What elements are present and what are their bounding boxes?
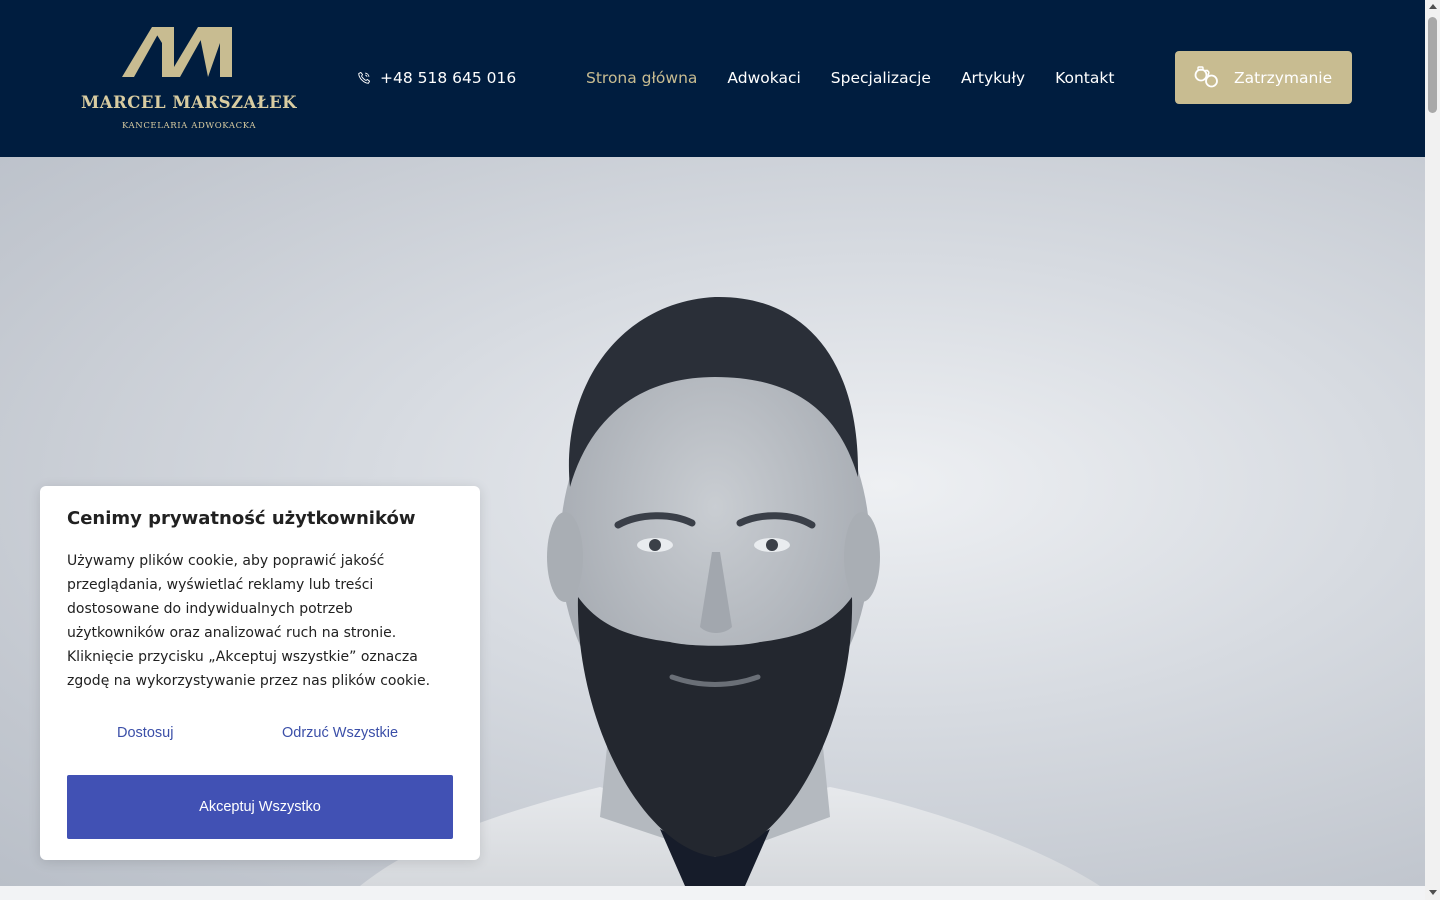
handcuffs-icon <box>1194 65 1218 87</box>
logo-monogram-icon <box>122 27 232 77</box>
site-header: MARCEL MARSZAŁEK KANCELARIA ADWOKACKA +4… <box>0 0 1425 157</box>
reject-all-button[interactable]: Odrzuć Wszystkie <box>282 725 398 741</box>
arrest-button-label: Zatrzymanie <box>1234 68 1333 87</box>
nav-item-articles[interactable]: Artykuły <box>961 67 1025 89</box>
cookie-secondary-actions: Dostosuj Odrzuć Wszystkie <box>67 725 453 745</box>
arrest-button[interactable]: Zatrzymanie <box>1175 51 1352 104</box>
phone-number: +48 518 645 016 <box>380 69 517 87</box>
nav-item-home[interactable]: Strona główna <box>586 67 697 89</box>
phone-link[interactable]: +48 518 645 016 <box>357 67 516 89</box>
logo-subtitle: KANCELARIA ADWOKACKA <box>121 121 257 131</box>
logo[interactable]: MARCEL MARSZAŁEK KANCELARIA ADWOKACKA <box>78 25 300 135</box>
customize-button[interactable]: Dostosuj <box>117 725 173 741</box>
cookie-consent-dialog: Cenimy prywatność użytkowników Używamy p… <box>40 486 480 860</box>
page-bottom-strip <box>0 886 1425 900</box>
cookie-description: Używamy plików cookie, aby poprawić jako… <box>67 553 431 689</box>
nav-item-contact[interactable]: Kontakt <box>1055 67 1114 89</box>
vertical-scrollbar[interactable] <box>1425 0 1440 900</box>
scroll-up-arrow-icon[interactable] <box>1429 4 1437 9</box>
accept-all-button[interactable]: Akceptuj Wszystko <box>67 775 453 839</box>
cookie-title: Cenimy prywatność użytkowników <box>67 508 416 529</box>
scroll-down-arrow-icon[interactable] <box>1429 890 1437 895</box>
phone-icon <box>358 71 371 84</box>
main-nav: Strona główna Adwokaci Specjalizacje Art… <box>586 67 1144 89</box>
nav-item-specializations[interactable]: Specjalizacje <box>831 67 931 89</box>
logo-name: MARCEL MARSZAŁEK <box>80 93 297 112</box>
scrollbar-thumb[interactable] <box>1428 17 1437 113</box>
nav-item-lawyers[interactable]: Adwokaci <box>727 67 800 89</box>
